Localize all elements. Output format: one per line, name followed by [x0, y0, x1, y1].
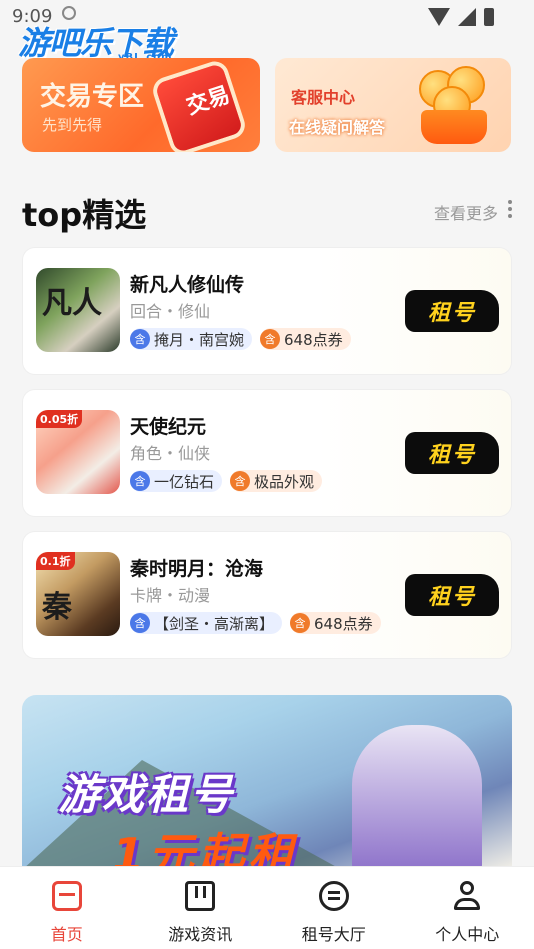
game-name: 天使纪元: [130, 416, 207, 438]
section-title: top精选: [22, 196, 147, 234]
promo-subtitle: 1元起租: [112, 828, 299, 870]
promo-banner[interactable]: 游戏租号 1元起租: [22, 695, 512, 870]
contains-icon: 含: [260, 329, 281, 349]
tab-label: 租号大厅: [301, 925, 366, 944]
game-tag: 含 极品外观: [230, 470, 323, 492]
trade-zone-banner[interactable]: 交易专区 先到先得 交易: [22, 58, 260, 152]
hall-icon: [318, 881, 349, 911]
contains-icon: 含: [130, 471, 150, 491]
home-icon: [51, 881, 82, 911]
game-tag-text: 一亿钻石: [154, 472, 215, 491]
game-card[interactable]: 凡人 新凡人修仙传 回合・修仙 含 掩月・南宫婉 含 648点券 租号: [23, 248, 511, 374]
game-card[interactable]: 0.1折 秦 秦时明月：沧海 卡牌・动漫 含 【剑圣・高渐离】 含 648点券 …: [23, 532, 511, 658]
game-name: 秦时明月：沧海: [130, 558, 264, 580]
game-name: 新凡人修仙传: [130, 274, 245, 296]
wifi-icon: [428, 8, 450, 26]
signal-icon: [458, 8, 476, 26]
game-tag-text: 648点券: [314, 614, 373, 633]
game-thumbnail: 凡人: [36, 268, 120, 352]
contains-icon: 含: [130, 329, 150, 349]
trade-card-text: 交易: [183, 82, 234, 120]
coin-pot-icon: [415, 66, 493, 146]
game-meta: 角色・仙侠: [130, 444, 211, 463]
game-tag: 含 掩月・南宫婉: [130, 328, 253, 350]
battery-icon: [484, 8, 494, 26]
game-card[interactable]: 0.05折 天使纪元 角色・仙侠 含 一亿钻石 含 极品外观 租号: [23, 390, 511, 516]
game-tag-text: 极品外观: [254, 472, 315, 491]
tab-label: 首页: [50, 925, 83, 944]
discount-badge: 0.05折: [36, 410, 83, 428]
promo-character-art: [352, 725, 482, 870]
game-meta: 回合・修仙: [130, 302, 211, 321]
contains-icon: 含: [230, 471, 251, 491]
game-thumbnail: 0.05折: [36, 410, 120, 494]
game-tag-text: 【剑圣・高渐离】: [154, 614, 275, 633]
rent-button[interactable]: 租号: [405, 290, 499, 332]
user-icon: [452, 881, 482, 911]
trade-zone-subtitle: 先到先得: [42, 116, 103, 134]
customer-service-title: 客服中心: [291, 88, 356, 107]
tab-profile[interactable]: 个人中心: [401, 867, 534, 949]
game-thumbnail-text: 凡人: [42, 286, 102, 321]
more-dots-icon[interactable]: [508, 200, 512, 218]
contains-icon: 含: [290, 613, 311, 633]
tab-game-news[interactable]: 游戏资讯: [134, 867, 268, 949]
trade-zone-title: 交易专区: [40, 82, 145, 112]
game-meta: 卡牌・动漫: [130, 586, 211, 605]
tab-label: 游戏资讯: [168, 925, 233, 944]
tab-label: 个人中心: [435, 925, 500, 944]
game-thumbnail-text: 秦: [42, 590, 72, 625]
game-tags: 含 【剑圣・高渐离】 含 648点券: [130, 612, 381, 634]
contains-icon: 含: [130, 613, 150, 633]
bottom-tab-bar: 首页 游戏资讯 租号大厅 个人中心: [0, 866, 534, 949]
game-thumbnail: 0.1折 秦: [36, 552, 120, 636]
trade-card-icon: 交易: [154, 62, 244, 152]
tab-home[interactable]: 首页: [0, 867, 134, 949]
discount-badge: 0.1折: [36, 552, 75, 570]
game-tags: 含 一亿钻石 含 极品外观: [130, 470, 323, 492]
tab-rental-hall[interactable]: 租号大厅: [267, 867, 401, 949]
game-tag: 含 648点券: [290, 612, 381, 634]
customer-service-subtitle: 在线疑问解答: [289, 118, 386, 137]
game-tag-text: 掩月・南宫婉: [154, 330, 245, 349]
game-tags: 含 掩月・南宫婉 含 648点券: [130, 328, 351, 350]
news-icon: [185, 881, 216, 911]
game-tag-text: 648点券: [284, 330, 343, 349]
rent-button[interactable]: 租号: [405, 574, 499, 616]
status-icons: [428, 8, 494, 26]
promo-title: 游戏租号: [58, 770, 235, 819]
view-more-link[interactable]: 查看更多: [434, 200, 498, 224]
game-tag: 含 648点券: [260, 328, 351, 350]
game-tag: 含 【剑圣・高渐离】: [130, 612, 283, 634]
game-tag: 含 一亿钻石: [130, 470, 223, 492]
rent-button[interactable]: 租号: [405, 432, 499, 474]
customer-service-banner[interactable]: 客服中心 在线疑问解答: [275, 58, 511, 152]
